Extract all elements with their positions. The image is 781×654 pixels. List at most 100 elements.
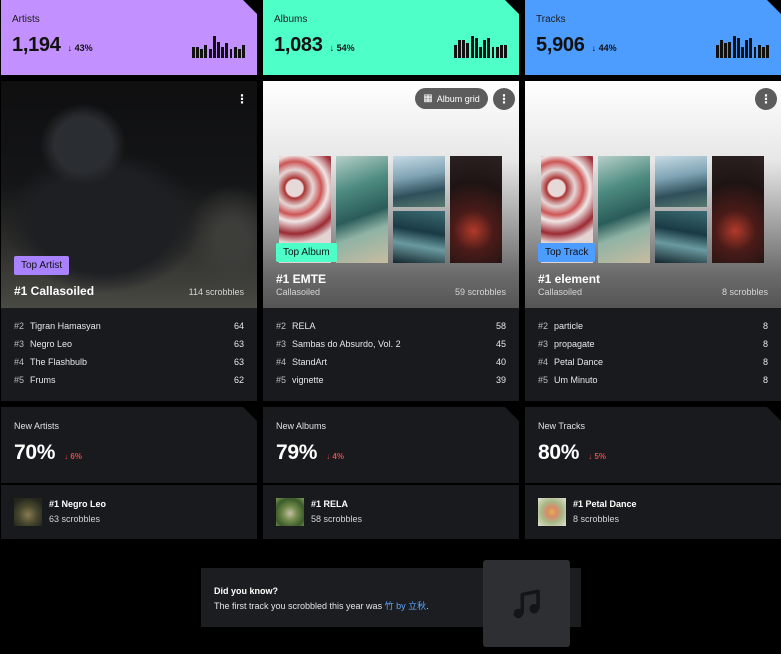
new-top-scrobbles: 63 scrobbles xyxy=(49,514,101,524)
new-track-top[interactable]: #1 Petal Dance 8 scrobbles xyxy=(525,485,781,539)
list-item[interactable]: #5 vignette 39 xyxy=(276,371,506,389)
spark-bar xyxy=(242,45,245,58)
spark-bar xyxy=(229,48,233,58)
new-change: ↓ 6% xyxy=(64,452,82,461)
spark-bar xyxy=(504,45,507,58)
spark-bar xyxy=(720,39,723,58)
new-percent: 80% xyxy=(538,441,580,464)
top-artist-card[interactable]: ⋮ Top Artist #1 Callasoiled 114 scrobble… xyxy=(1,81,257,308)
stat-value: 1,083 xyxy=(274,34,323,56)
spark-bar xyxy=(200,48,204,58)
spark-bar xyxy=(466,43,470,58)
spark-bar xyxy=(233,47,237,58)
first-track-link[interactable]: 竹 by 立秋 xyxy=(385,601,427,611)
arrow-down-icon: ↓ xyxy=(326,452,331,461)
album-cover xyxy=(393,156,445,207)
music-note-glyph xyxy=(513,589,540,618)
did-you-know-title: Did you know? xyxy=(214,586,278,596)
top-track-artist: Callasoiled xyxy=(538,287,583,297)
spark-bar xyxy=(204,45,208,58)
spark-bar xyxy=(212,36,216,58)
top-album-chip: Top Album xyxy=(276,243,337,262)
stat-change: ↓ 44% xyxy=(591,43,617,53)
more-vertical-icon[interactable]: ⋮ xyxy=(231,88,253,110)
thumbnail xyxy=(276,498,304,526)
sparkline xyxy=(191,36,245,58)
new-percent: 70% xyxy=(14,441,56,464)
album-cover xyxy=(598,156,650,263)
spark-bar xyxy=(499,45,503,58)
album-cover xyxy=(450,156,502,263)
spark-bar xyxy=(757,45,761,58)
spark-bar xyxy=(453,45,457,58)
artists-stat-card[interactable]: Artists 1,194 ↓ 43% xyxy=(1,0,257,75)
top-album-card[interactable]: ▦ Album grid ⋮ Top Album #1 EMTE Callasoi… xyxy=(263,81,519,308)
top-track-card[interactable]: ⋮ Top Track #1 element Callasoiled 8 scr… xyxy=(525,81,781,308)
new-top-scrobbles: 58 scrobbles xyxy=(311,514,363,524)
top-album-title[interactable]: #1 EMTE xyxy=(276,272,326,286)
arrow-down-icon: ↓ xyxy=(64,452,69,461)
list-item[interactable]: #4 Petal Dance 8 xyxy=(538,353,768,371)
new-change: ↓ 4% xyxy=(326,452,344,461)
list-item[interactable]: #2 RELA 58 xyxy=(276,317,506,335)
spark-bar xyxy=(478,47,482,58)
stat-change: ↓ 54% xyxy=(329,43,355,53)
top-album-artist: Callasoiled xyxy=(276,287,321,297)
music-note-icon xyxy=(483,560,570,647)
new-top-title: #1 Petal Dance xyxy=(573,499,637,509)
spark-bar xyxy=(483,39,487,58)
new-album-top[interactable]: #1 RELA 58 scrobbles xyxy=(263,485,519,539)
top-album-scrobbles: 59 scrobbles xyxy=(454,287,506,297)
spark-bar xyxy=(732,36,736,58)
spark-bar xyxy=(487,37,491,58)
new-tracks-card: New Tracks 80% ↓ 5% xyxy=(525,407,781,483)
new-change: ↓ 5% xyxy=(588,452,606,461)
list-item[interactable]: #4 StandArt 40 xyxy=(276,353,506,371)
list-item[interactable]: #5 Um Minuto 8 xyxy=(538,371,768,389)
spark-bar xyxy=(216,41,220,58)
list-item[interactable]: #2 Tigran Hamasyan 64 xyxy=(14,317,244,335)
spark-bar xyxy=(458,39,461,58)
top-artist-title[interactable]: #1 Callasoiled xyxy=(14,284,94,298)
spark-bar xyxy=(196,47,199,58)
grid-icon: ▦ xyxy=(423,93,433,104)
album-cover xyxy=(393,211,445,263)
album-grid-button[interactable]: ▦ Album grid xyxy=(415,88,488,109)
tracks-column: Tracks 5,906 ↓ 44% ⋮ Top Track #1 elemen… xyxy=(525,0,781,539)
top-track-chip: Top Track xyxy=(538,243,596,262)
tracks-stat-card[interactable]: Tracks 5,906 ↓ 44% xyxy=(525,0,781,75)
album-list: #2 RELA 58 #3 Sambas do Absurdo, Vol. 2 45 #… xyxy=(263,308,519,401)
new-top-title: #1 RELA xyxy=(311,499,349,509)
thumbnail xyxy=(14,498,42,526)
more-vertical-icon[interactable]: ⋮ xyxy=(755,88,777,110)
list-item[interactable]: #3 Negro Leo 63 xyxy=(14,335,244,353)
arrow-down-icon: ↓ xyxy=(591,43,597,53)
more-vertical-icon[interactable]: ⋮ xyxy=(493,88,515,110)
spark-bar xyxy=(191,47,195,58)
albums-stat-card[interactable]: Albums 1,083 ↓ 54% xyxy=(263,0,519,75)
spark-bar xyxy=(491,47,495,58)
list-item[interactable]: #5 Frums 62 xyxy=(14,371,244,389)
spark-bar xyxy=(745,39,749,58)
top-track-title[interactable]: #1 element xyxy=(538,272,600,286)
arrow-down-icon: ↓ xyxy=(588,452,593,461)
new-artist-top[interactable]: #1 Negro Leo 63 scrobbles xyxy=(1,485,257,539)
top-track-scrobbles: 8 scrobbles xyxy=(721,287,768,297)
did-you-know-text: The first track you scrobbled this year … xyxy=(214,601,429,611)
artist-list: #2 Tigran Hamasyan 64 #3 Negro Leo 63 #4 The … xyxy=(1,308,257,401)
thumbnail xyxy=(538,498,566,526)
spark-bar xyxy=(237,48,241,58)
new-label: New Artists xyxy=(14,421,60,431)
artists-column: Artists 1,194 ↓ 43% ⋮ Top Artist #1 Call… xyxy=(1,0,257,539)
list-item[interactable]: #4 The Flashbulb 63 xyxy=(14,353,244,371)
stat-change: ↓ 43% xyxy=(67,43,93,53)
spark-bar xyxy=(728,41,732,58)
track-list: #2 particle 8 #3 propagate 8 #4 Petal Dance 8 … xyxy=(525,308,781,401)
spark-bar xyxy=(761,47,765,58)
list-item[interactable]: #2 particle 8 xyxy=(538,317,768,335)
spark-bar xyxy=(225,43,229,58)
album-cover xyxy=(336,156,388,263)
spark-bar xyxy=(208,48,212,58)
list-item[interactable]: #3 Sambas do Absurdo, Vol. 2 45 xyxy=(276,335,506,353)
list-item[interactable]: #3 propagate 8 xyxy=(538,335,768,353)
